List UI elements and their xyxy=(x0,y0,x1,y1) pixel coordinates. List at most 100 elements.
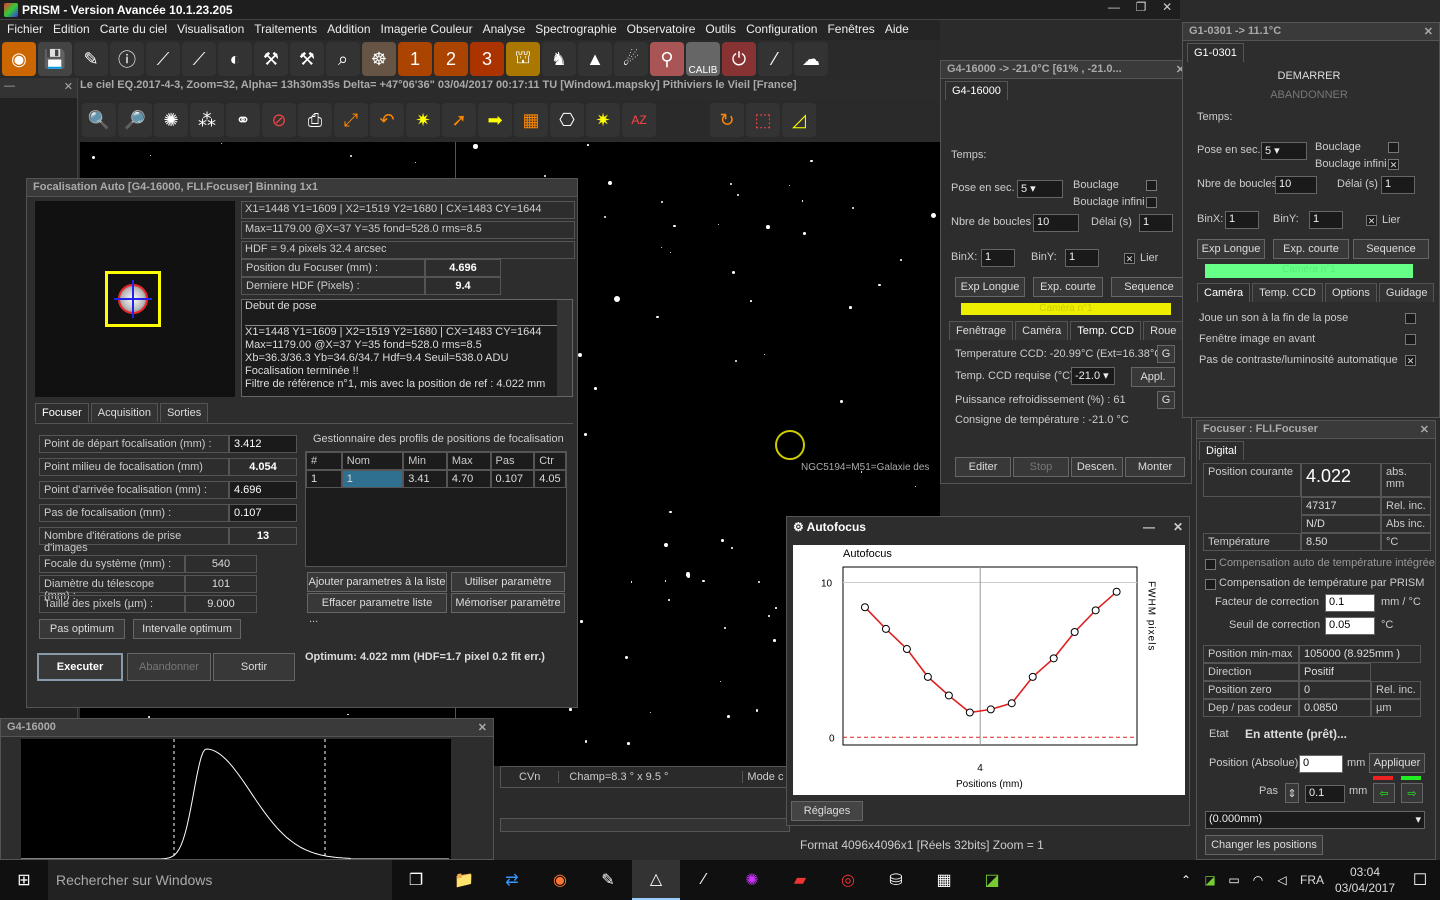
g4-sequence-button[interactable]: Sequence xyxy=(1111,277,1187,297)
tools-icon[interactable]: ✎ xyxy=(74,42,108,76)
tray-clock[interactable]: 03:04 03/04/2017 xyxy=(1330,864,1400,896)
ruler-icon[interactable]: ◿ xyxy=(782,103,816,137)
g4-descen-button[interactable]: Descen. xyxy=(1071,457,1123,477)
star-burst2-icon[interactable]: ✷ xyxy=(586,103,620,137)
histogram-close-icon[interactable]: ✕ xyxy=(478,721,487,734)
rotate-icon[interactable]: ↻ xyxy=(710,103,744,137)
telescope-2-icon[interactable]: 2 xyxy=(434,42,468,76)
target-marker[interactable] xyxy=(775,430,805,460)
notifications-icon[interactable]: ☐ xyxy=(1400,860,1440,900)
save-param-button[interactable]: Mémoriser paramètre xyxy=(451,593,565,613)
telescope-1-icon[interactable]: 1 xyxy=(398,42,432,76)
camera-icon[interactable]: ◉ xyxy=(2,42,36,76)
tray-battery-icon[interactable]: ▭ xyxy=(1222,860,1246,900)
intervalle-optimum-button[interactable]: Intervalle optimum xyxy=(133,619,241,639)
g1-bouclage-checkbox[interactable] xyxy=(1388,142,1399,153)
horizontal-scrollbar[interactable] xyxy=(500,818,790,832)
restore-icon[interactable]: ❐ xyxy=(1136,0,1147,20)
prism-taskbar-icon[interactable]: △ xyxy=(632,860,680,900)
grid-icon[interactable]: ▦ xyxy=(514,103,548,137)
g4-biny-spin[interactable]: 1 xyxy=(1065,249,1099,267)
menu-item[interactable]: Aide xyxy=(880,20,914,40)
g1-exp-courte-button[interactable]: Exp. courte xyxy=(1273,239,1349,259)
optics-value[interactable]: 540 xyxy=(185,555,257,573)
pas-spin-icon[interactable]: ⇕ xyxy=(1285,783,1299,803)
save-icon[interactable]: 💾 xyxy=(38,42,72,76)
bird-icon[interactable]: ♞ xyxy=(542,42,576,76)
g1-pose-select[interactable]: 5 ▾ xyxy=(1261,142,1307,160)
menu-item[interactable]: Spectrographie xyxy=(530,20,621,40)
no-icon[interactable]: ⊘ xyxy=(262,103,296,137)
focus-param-value[interactable]: 3.412 xyxy=(229,435,297,453)
g1-biny-spin[interactable]: 1 xyxy=(1309,211,1343,229)
calculator-icon[interactable]: ▦ xyxy=(920,860,968,900)
galaxy-icon[interactable]: ✺ xyxy=(154,103,188,137)
g4-bouclage-infini-checkbox[interactable] xyxy=(1146,197,1157,208)
add-params-button[interactable]: Ajouter parametres à la liste xyxy=(307,572,447,592)
tray-nvidia-icon[interactable]: ◪ xyxy=(1198,860,1222,900)
arrow-up-icon[interactable]: ➚ xyxy=(442,103,476,137)
tray-volume-icon[interactable]: ◁ xyxy=(1270,860,1294,900)
pas-input[interactable]: 0.1 xyxy=(1305,785,1345,803)
changer-positions-button[interactable]: Changer les positions xyxy=(1205,835,1323,855)
table-row[interactable]: 1 1 3.41 4.70 0.107 4.05 xyxy=(306,470,566,488)
g4-exp-longue-button[interactable]: Exp Longue xyxy=(955,277,1025,297)
g1-nbre-spin[interactable]: 10 xyxy=(1275,176,1317,194)
g4-bouclage-checkbox[interactable] xyxy=(1146,180,1157,191)
print-icon[interactable]: ⎙ xyxy=(298,103,332,137)
focus-tab[interactable]: Focuser xyxy=(35,403,89,422)
close-icon[interactable]: ✕ xyxy=(1162,0,1172,20)
g4-stop-button[interactable]: Stop xyxy=(1013,457,1069,477)
color-app-icon[interactable]: ✺ xyxy=(728,860,776,900)
focus-param-value[interactable]: 0.107 xyxy=(229,504,297,522)
star-burst-icon[interactable]: ✷ xyxy=(406,103,440,137)
g1-exp-longue-button[interactable]: Exp Longue xyxy=(1197,239,1265,259)
menu-item[interactable]: Edition xyxy=(48,20,95,40)
facteur-input[interactable]: 0.1 xyxy=(1325,594,1375,612)
menu-item[interactable]: Traitements xyxy=(249,20,322,40)
menu-item[interactable]: Carte du ciel xyxy=(95,20,172,40)
execute-button[interactable]: Executer xyxy=(37,653,123,681)
g4-lier-checkbox[interactable]: ✕ xyxy=(1124,253,1135,264)
star-selection-box[interactable] xyxy=(105,271,161,327)
zoom-out-icon[interactable]: 🔎 xyxy=(118,103,152,137)
drop-icon[interactable]: ▲ xyxy=(578,42,612,76)
teamviewer-icon[interactable]: ⇄ xyxy=(488,860,536,900)
tray-language[interactable]: FRA xyxy=(1294,873,1330,887)
autofocus-close-icon[interactable]: ✕ xyxy=(1173,520,1183,534)
chart-app-icon[interactable]: ▰ xyxy=(776,860,824,900)
comp-prism-checkbox[interactable] xyxy=(1205,579,1216,590)
g4-tab[interactable]: G4-16000 xyxy=(945,81,1008,100)
g4-delai-spin[interactable]: 1 xyxy=(1139,214,1173,232)
expand-icon[interactable]: ⤢ xyxy=(334,103,368,137)
g4-appl-button[interactable]: Appl. xyxy=(1131,367,1175,387)
move-in-button[interactable]: ⇦ xyxy=(1373,783,1395,803)
wand-icon[interactable]: ⚒ xyxy=(254,42,288,76)
menu-item[interactable]: Configuration xyxy=(741,20,822,40)
g4-monter-button[interactable]: Monter xyxy=(1125,457,1185,477)
telescope-3-icon[interactable]: 3 xyxy=(470,42,504,76)
g1-sequence-button[interactable]: Sequence xyxy=(1353,239,1429,259)
g4-subtab[interactable]: Fenêtrage xyxy=(949,321,1014,340)
g4-subtab[interactable]: Roue xyxy=(1143,321,1184,340)
tray-wifi-icon[interactable]: ◠ xyxy=(1246,860,1270,900)
nvidia-icon[interactable]: ◪ xyxy=(968,860,1016,900)
g4-binx-spin[interactable]: 1 xyxy=(981,249,1015,267)
tool-icon[interactable]: ⁄ xyxy=(680,860,728,900)
clear-list-button[interactable]: Effacer parametre liste xyxy=(307,593,447,613)
undo-icon[interactable]: ↶ xyxy=(370,103,404,137)
g1-bouclage-infini-checkbox[interactable]: ✕ xyxy=(1388,159,1399,170)
dish-icon[interactable]: ☸ xyxy=(362,42,396,76)
pas-optimum-button[interactable]: Pas optimum xyxy=(39,619,125,639)
minimize-icon[interactable]: — xyxy=(1108,0,1120,20)
select-icon[interactable]: ⬚ xyxy=(746,103,780,137)
g1-option-sound-checkbox[interactable] xyxy=(1405,313,1416,324)
optics-value[interactable]: 101 xyxy=(185,575,257,593)
menu-item[interactable]: Fenêtres xyxy=(822,20,879,40)
focus-log-scrollbar[interactable] xyxy=(557,300,572,396)
menu-item[interactable]: Addition xyxy=(322,20,375,40)
sort-az-icon[interactable]: AZ xyxy=(622,103,656,137)
focus-tab[interactable]: Acquisition xyxy=(90,403,158,422)
windows-start-icon[interactable]: ⊞ xyxy=(0,860,48,900)
focus-log[interactable]: Debut de pose X1=1448 Y1=1609 | X2=1519 Y… xyxy=(241,299,573,397)
